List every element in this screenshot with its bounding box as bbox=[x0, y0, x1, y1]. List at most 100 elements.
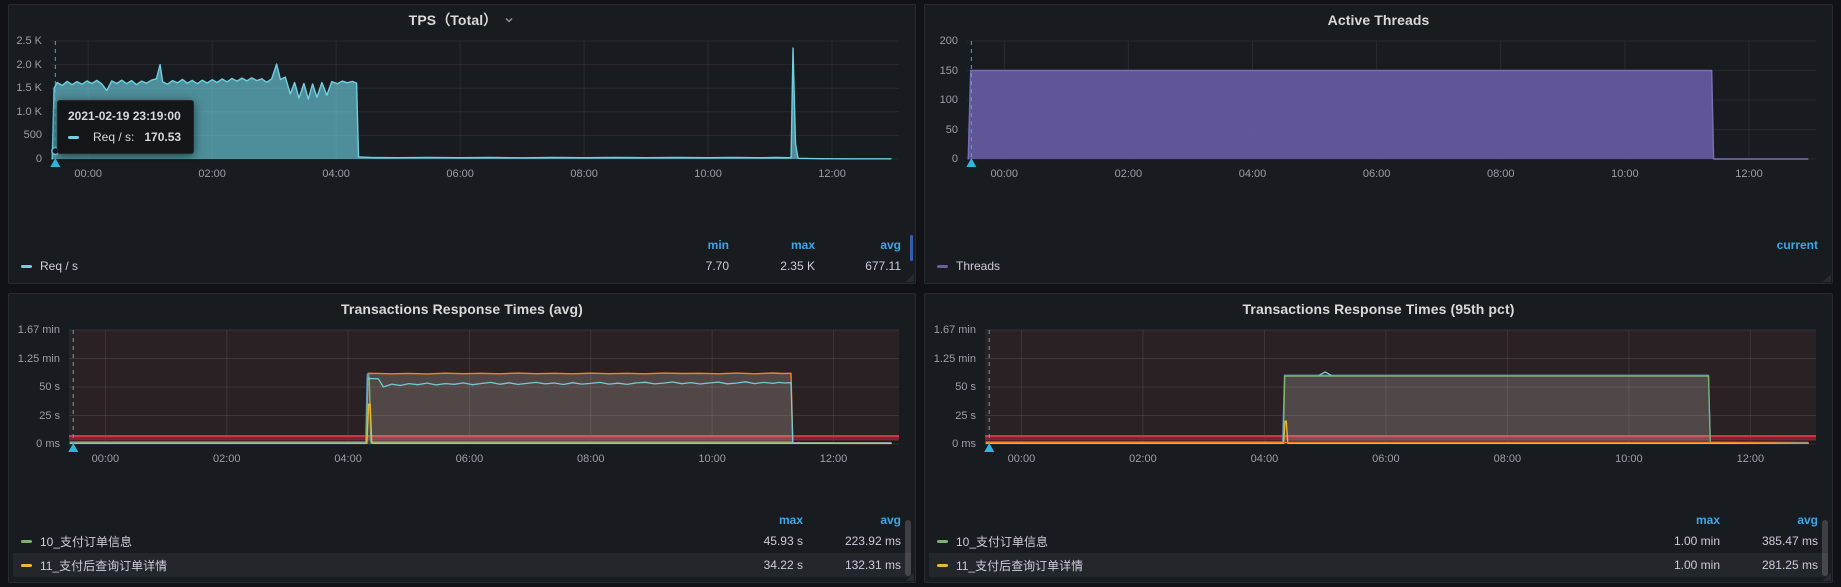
y-axis-tick-label: 500 bbox=[11, 129, 42, 141]
panel-title-tps[interactable]: TPS（Total） bbox=[409, 10, 498, 30]
panel-resize-handle[interactable] bbox=[1822, 572, 1831, 581]
panel-title-active-threads[interactable]: Active Threads bbox=[1328, 12, 1430, 28]
legend-max-value: 34.22 s bbox=[711, 558, 803, 572]
legend-header-min[interactable]: min bbox=[665, 238, 729, 252]
panel-title-response-95pct[interactable]: Transactions Response Times (95th pct) bbox=[1243, 301, 1515, 317]
response-avg-chart[interactable]: 0 ms25 s50 s1.25 min1.67 min00:0002:0004… bbox=[11, 330, 905, 476]
legend-series-label: 10_支付订单信息 bbox=[956, 533, 1628, 550]
pct-legend: max avg 10_支付订单信息 1.00 min 385.47 ms 11_… bbox=[925, 510, 1832, 582]
y-axis-tick-label: 2.0 K bbox=[11, 59, 42, 71]
legend-header-max[interactable]: max bbox=[711, 513, 803, 527]
avg-legend: max avg 10_支付订单信息 45.93 s 223.92 ms 11_支… bbox=[9, 510, 915, 582]
chevron-down-icon[interactable] bbox=[503, 14, 515, 26]
y-axis-tick-label: 2.5 K bbox=[11, 35, 42, 47]
legend-series-dash bbox=[937, 265, 948, 268]
panel-response-avg: Transactions Response Times (avg) 0 ms 25… bbox=[8, 293, 916, 583]
y-axis-tick-label: 0 bbox=[11, 153, 42, 165]
legend-row-transaction-11[interactable]: 11_支付后查询订单详情 34.22 s 132.31 ms bbox=[13, 553, 911, 577]
panel-response-95pct: Transactions Response Times (95th pct) 0… bbox=[924, 293, 1833, 583]
legend-header-current[interactable]: current bbox=[1732, 238, 1818, 252]
active-threads-chart[interactable]: 05010015020000:0002:0004:0006:0008:0010:… bbox=[927, 41, 1822, 191]
legend-series-dash bbox=[21, 564, 32, 567]
x-axis-tick-label: 02:00 bbox=[198, 168, 226, 180]
legend-max-value: 1.00 min bbox=[1628, 534, 1720, 548]
y-axis-tick-label: 50 s bbox=[927, 381, 976, 393]
x-axis-tick-label: 08:00 bbox=[577, 453, 605, 465]
legend-series-label: Threads bbox=[956, 259, 1818, 273]
y-axis-tick-label: 50 s bbox=[11, 381, 60, 393]
panel-title-response-avg[interactable]: Transactions Response Times (avg) bbox=[341, 301, 583, 317]
legend-scrollbar[interactable] bbox=[1822, 520, 1828, 576]
x-axis-tick-label: 06:00 bbox=[1363, 168, 1391, 180]
legend-row-transaction-10[interactable]: 10_支付订单信息 1.00 min 385.47 ms bbox=[937, 529, 1818, 553]
legend-scrollbar[interactable] bbox=[905, 520, 911, 576]
x-axis-tick-label: 04:00 bbox=[322, 168, 350, 180]
legend-max-value: 2.35 K bbox=[729, 259, 815, 273]
x-axis-tick-label: 00:00 bbox=[990, 168, 1018, 180]
response-95pct-chart[interactable]: 0 ms25 s50 s1.25 min1.67 min00:0002:0004… bbox=[927, 330, 1822, 476]
legend-avg-value: 677.11 bbox=[815, 259, 901, 273]
legend-header-avg[interactable]: avg bbox=[815, 238, 901, 252]
x-axis-tick-label: 08:00 bbox=[1487, 168, 1515, 180]
legend-min-value: 7.70 bbox=[665, 259, 729, 273]
x-axis-tick-label: 04:00 bbox=[334, 453, 362, 465]
x-axis-tick-label: 08:00 bbox=[570, 168, 598, 180]
panel-resize-handle[interactable] bbox=[1822, 273, 1831, 282]
y-axis-tick-label: 25 s bbox=[927, 410, 976, 422]
tps-chart[interactable]: 05001.0 K1.5 K2.0 K2.5 K00:0002:0004:000… bbox=[11, 41, 905, 191]
x-axis-tick-label: 12:00 bbox=[1737, 453, 1765, 465]
panel-tps: TPS（Total） 05001.0 K1.5 K2.0 K2.5 K00:00… bbox=[8, 4, 916, 284]
legend-header-max[interactable]: max bbox=[729, 238, 815, 252]
x-axis-tick-label: 04:00 bbox=[1239, 168, 1267, 180]
legend-series-dash bbox=[937, 564, 948, 567]
y-axis-tick-label: 1.5 K bbox=[11, 82, 42, 94]
x-axis-tick-label: 10:00 bbox=[1611, 168, 1639, 180]
x-axis-tick-label: 10:00 bbox=[1615, 453, 1643, 465]
legend-series-dash bbox=[21, 265, 32, 268]
legend-row-transaction-11[interactable]: 11_支付后查询订单详情 1.00 min 281.25 ms bbox=[929, 553, 1828, 577]
legend-avg-value: 281.25 ms bbox=[1720, 558, 1818, 572]
legend-scrollbar[interactable] bbox=[910, 235, 913, 261]
x-axis-tick-label: 00:00 bbox=[1008, 453, 1036, 465]
y-axis-tick-label: 1.67 min bbox=[11, 324, 60, 336]
x-axis-tick-label: 02:00 bbox=[213, 453, 241, 465]
legend-max-value: 1.00 min bbox=[1628, 558, 1720, 572]
y-axis-tick-label: 25 s bbox=[11, 410, 60, 422]
x-axis-tick-label: 10:00 bbox=[694, 168, 722, 180]
threads-legend: current Threads bbox=[925, 235, 1832, 283]
panel-resize-handle[interactable] bbox=[905, 273, 914, 282]
y-axis-tick-label: 200 bbox=[927, 35, 958, 47]
panel-resize-handle[interactable] bbox=[905, 572, 914, 581]
x-axis-tick-label: 00:00 bbox=[92, 453, 120, 465]
legend-header-avg[interactable]: avg bbox=[803, 513, 901, 527]
x-axis-tick-label: 02:00 bbox=[1129, 453, 1157, 465]
panel-active-threads: Active Threads 05010015020000:0002:0004:… bbox=[924, 4, 1833, 284]
legend-series-label: Req / s bbox=[40, 259, 665, 273]
legend-row-threads[interactable]: Threads bbox=[937, 254, 1818, 278]
dashboard-grid: TPS（Total） 0 500 1.0 K 1.5 K 2.0 K 2.5 K 00:00… bbox=[0, 0, 1841, 587]
x-axis-tick-label: 02:00 bbox=[1115, 168, 1143, 180]
x-axis-tick-label: 12:00 bbox=[820, 453, 848, 465]
y-axis-tick-label: 1.0 K bbox=[11, 106, 42, 118]
y-axis-tick-label: 1.25 min bbox=[927, 353, 976, 365]
y-axis-tick-label: 0 bbox=[927, 153, 958, 165]
y-axis-tick-label: 0 ms bbox=[927, 438, 976, 450]
legend-row-transaction-10[interactable]: 10_支付订单信息 45.93 s 223.92 ms bbox=[21, 529, 901, 553]
y-axis-tick-label: 0 ms bbox=[11, 438, 60, 450]
legend-header-avg[interactable]: avg bbox=[1720, 513, 1818, 527]
x-axis-tick-label: 12:00 bbox=[818, 168, 846, 180]
legend-avg-value: 385.47 ms bbox=[1720, 534, 1818, 548]
x-axis-tick-label: 06:00 bbox=[446, 168, 474, 180]
y-axis-tick-label: 1.25 min bbox=[11, 353, 60, 365]
legend-series-dash bbox=[937, 540, 948, 543]
x-axis-tick-label: 06:00 bbox=[456, 453, 484, 465]
tps-legend: min max avg Req / s 7.70 2.35 K 677.11 bbox=[9, 235, 915, 283]
legend-avg-value: 132.31 ms bbox=[803, 558, 901, 572]
legend-avg-value: 223.92 ms bbox=[803, 534, 901, 548]
legend-row-req-s[interactable]: Req / s 7.70 2.35 K 677.11 bbox=[21, 254, 901, 278]
y-axis-tick-label: 1.67 min bbox=[927, 324, 976, 336]
legend-series-dash bbox=[21, 540, 32, 543]
legend-max-value: 45.93 s bbox=[711, 534, 803, 548]
legend-header-max[interactable]: max bbox=[1628, 513, 1720, 527]
y-axis-tick-label: 100 bbox=[927, 94, 958, 106]
